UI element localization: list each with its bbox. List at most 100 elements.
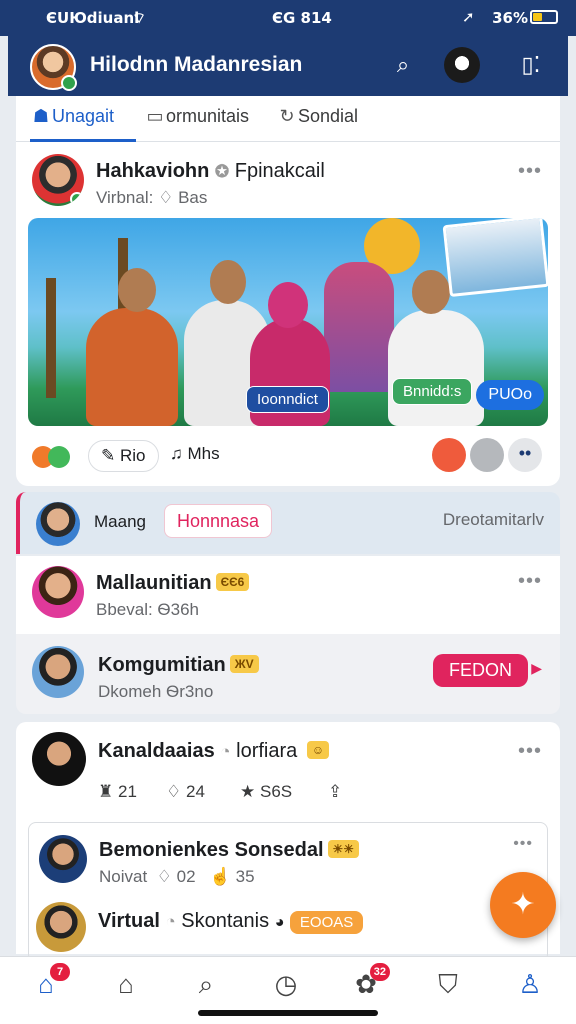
tab-bar: ☗ Unagait ▭ ormunitais ↻ Sondial [16,96,560,142]
nav-home[interactable]: ⌂ 7 [26,963,70,1003]
list-item[interactable]: Komgumitian ЖV Dkomeh Ѳr3no FEDON ▶ [16,634,560,714]
nested-subtitle: Noivat ♢ 02 ☝ 35 [99,867,255,887]
person-head-shape [210,260,246,304]
verified-icon: ◔ [165,912,176,931]
search-icon[interactable]: ⌕ [388,50,418,80]
post-author-avatar[interactable] [32,154,84,206]
nested-author-name[interactable]: Bemonienkes Sonsedal ☀☀ [99,839,360,862]
featured-strip[interactable]: Maang Honnnasa Dreotamitarlv [16,492,560,554]
shares-stat[interactable]: ★ S6S [240,782,292,802]
author-badge-text: Fpinakcail [234,160,325,182]
image-tag[interactable]: Ioonndict [246,386,329,413]
online-indicator-icon [61,75,77,91]
list-item[interactable]: Mallaunitian ЄЄ6 Bbeval: Ѳ36h ••• [16,556,560,634]
store-icon: ⌂ [118,969,134,999]
tab-label: Sondial [298,106,359,126]
music-button[interactable]: ♫ Mhs [170,444,220,464]
person-head-shape [412,270,450,314]
compose-fab-button[interactable]: ✦ [490,872,556,938]
post-author-name[interactable]: Hahkaviohn ✪ Fpinakcail [96,160,325,183]
more-options-icon[interactable]: ••• [518,570,542,593]
tab-unagait[interactable]: ☗ Unagait [30,106,136,142]
globe-icon: ◕ [274,914,285,931]
profile-avatar[interactable] [30,44,77,91]
battery-percent: 36% [492,9,528,27]
strip-badge[interactable]: Honnnasa [164,504,273,538]
clock: ЄG 814 [272,9,332,27]
nested-post[interactable]: Bemonienkes Sonsedal ☀☀ Noivat ♢ 02 ☝ 35 … [28,822,548,962]
notification-badge: 32 [369,963,390,981]
star-icon: ★ [240,782,256,801]
user-avatar-button[interactable] [444,47,480,83]
refresh-icon: ↻ [279,106,295,126]
more-options-icon[interactable]: ••• [518,740,542,763]
nav-clock[interactable]: ◷ [266,969,306,1003]
post-card: Kanaldaaias ◔ lorfiara ☺ ••• ♜ 21 ♢ 24 ★… [16,722,560,962]
like-icon: ♢ [166,782,182,801]
strip-name: Maang [94,512,146,531]
tab-label: Unagait [52,106,115,126]
list-item-subtitle: Bbeval: Ѳ36h [96,600,200,619]
share-button[interactable]: ✎ Rio [88,440,159,472]
comments-stat[interactable]: ♜ 21 [98,782,137,802]
image-tag[interactable]: Bnnidd:s [392,378,473,405]
like-icon: ♢ [158,188,174,207]
strip-avatar[interactable] [36,502,80,546]
palm-tree-shape [46,278,56,398]
nav-bag[interactable]: ⛉ [428,969,468,1003]
post-image[interactable]: Ioonndict Bnnidd:s PUOo [28,218,548,426]
nav-notifications[interactable]: ✿ 32 [346,963,390,1003]
nav-profile[interactable]: ♙ [510,969,550,1003]
emoji-badge: ЄЄ6 [215,573,250,591]
list-avatar[interactable] [32,566,84,618]
temple-shape [324,262,394,392]
sticker-button[interactable] [470,438,504,472]
nested-author-avatar[interactable] [39,835,87,883]
reaction-icon [48,446,70,468]
post-author-avatar[interactable] [32,732,86,786]
status-bar: ЄUЮdiuanl ⌔ ЄG 814 ➚ 36% [0,0,576,36]
likes-stat[interactable]: ♢ 24 [166,782,205,802]
emoji-badge: ☀☀ [327,840,360,858]
emoji-reaction-button[interactable] [432,438,466,472]
likes-count: 24 [185,782,205,801]
share-arrow-icon: ✦ [510,888,536,921]
nav-search[interactable]: ⌕ [186,969,226,1003]
chevron-right-icon[interactable]: ▶ [531,660,542,677]
notification-badge: 7 [50,963,70,981]
comments-count: 21 [117,782,137,801]
app-header: Hilodnn Madanresian ⌕ ▯⁚ [8,36,568,96]
list-item-title: Komgumitian ЖV [98,654,259,677]
shares-count: S6S [259,782,293,801]
like-icon: ♢ [156,867,172,886]
tag-badge[interactable]: EOOAS [289,911,364,934]
tab-label: ormunitais [166,106,250,126]
list-avatar[interactable] [32,646,84,698]
strip-right-text[interactable]: Dreotamitarlv [443,510,544,530]
subtitle-value: Bas [178,188,208,207]
list-item-title: Mallaunitian ЄЄ6 [96,572,250,595]
chat-icon: ▭ [146,106,164,126]
post-card: Hahkaviohn ✪ Fpinakcail Virbnal: ♢ Bas •… [16,142,560,486]
author-extra-text: lorfiara [236,740,298,762]
author-name-text: Kanaldaaias [98,740,215,762]
subtitle-label: Virbnal: [96,188,154,207]
post-author-name[interactable]: Kanaldaaias ◔ lorfiara ☺ [98,740,330,763]
more-reactions-button[interactable]: •• [508,438,542,472]
thumbs-up-icon: ☝ [209,867,231,886]
bottom-author-avatar[interactable] [36,902,86,952]
tab-ormunitais[interactable]: ▭ ormunitais [144,106,249,142]
battery-icon [530,10,558,24]
grid-icon[interactable]: ▯⁚ [516,50,546,80]
page-title: Hilodnn Madanresian [90,53,303,76]
bottom-author-name[interactable]: Virtual ◔ Skontanis ◕ EOOAS [98,910,364,934]
upload-icon[interactable]: ⇪ [328,782,342,802]
follow-button[interactable]: FEDON [433,654,528,687]
author-name-text: Hahkaviohn [96,160,210,182]
more-options-icon[interactable]: ••• [518,160,542,183]
tab-sondial[interactable]: ↻ Sondial [276,106,358,142]
person-head-shape [118,268,156,312]
image-tag[interactable]: PUOo [476,380,544,410]
nav-market[interactable]: ⌂ [106,969,146,1003]
more-options-icon[interactable]: ••• [513,835,533,853]
